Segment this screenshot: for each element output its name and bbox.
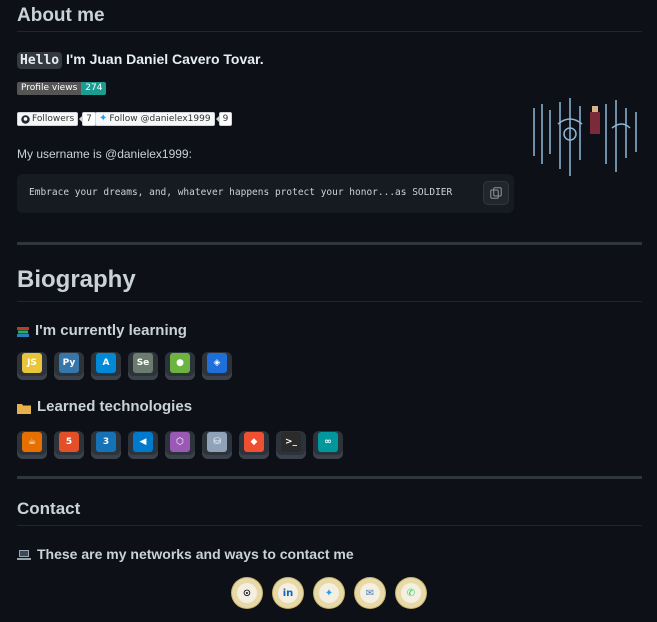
copy-button[interactable] [483, 181, 509, 205]
html5-tile: 5 [54, 431, 84, 459]
divider [17, 525, 642, 526]
css3-icon: 3 [96, 432, 116, 452]
sourcetree-icon: ⬡ [170, 432, 190, 452]
github-icon: ⊙ [237, 583, 257, 603]
java-icon: ☕ [22, 432, 42, 452]
database-icon: ⛁ [207, 432, 227, 452]
java-tile: ☕ [17, 431, 47, 459]
followers-label: Followers [32, 114, 75, 124]
folder-icon [17, 401, 31, 414]
learned-heading: Learned technologies [17, 398, 192, 415]
biography-heading: Biography [17, 266, 136, 293]
linkedin-icon: in [278, 583, 298, 603]
github-link[interactable]: ⊙ [232, 578, 262, 608]
linkedin-link[interactable]: in [273, 578, 303, 608]
quote-codeblock: Embrace your dreams, and, whatever happe… [17, 174, 514, 213]
learning-tech-row: JS Py A Se ● ◈ [17, 352, 232, 380]
vscode-icon: ◀ [133, 432, 153, 452]
vscode-tile: ◀ [128, 431, 158, 459]
sourcetree-tile: ⬡ [165, 431, 195, 459]
profile-views-count: 274 [81, 82, 107, 95]
contact-links-row: ⊙ in ✦ ✉ ✆ [232, 578, 426, 608]
contact-heading: Contact [17, 499, 81, 518]
azure-tile: A [91, 352, 121, 380]
js-tile: JS [17, 352, 47, 380]
followers-badge[interactable]: Followers 7 [17, 112, 96, 126]
profile-views-label: Profile views [17, 82, 82, 95]
whatsapp-icon: ✆ [401, 583, 421, 603]
twitter-icon: ✦ [99, 113, 108, 124]
arduino-icon: ∞ [318, 432, 338, 452]
laptop-icon [17, 548, 31, 560]
terminal-icon: >_ [281, 432, 301, 452]
azure-icon: A [96, 353, 116, 373]
git-icon: ◆ [244, 432, 264, 452]
selenium-icon: Se [133, 353, 153, 373]
codepen-tile: ◈ [202, 352, 232, 380]
css3-tile: 3 [91, 431, 121, 459]
networks-heading: These are my networks and ways to contac… [17, 546, 354, 562]
selenium-tile: Se [128, 352, 158, 380]
twitter-follow-label: Follow @danielex1999 [109, 114, 211, 124]
whatsapp-link[interactable]: ✆ [396, 578, 426, 608]
section-divider [17, 242, 642, 245]
database-tile: ⛁ [202, 431, 232, 459]
git-tile: ◆ [239, 431, 269, 459]
twitter-link[interactable]: ✦ [314, 578, 344, 608]
python-icon: Py [59, 353, 79, 373]
github-icon [21, 114, 30, 124]
copy-icon [490, 187, 502, 199]
twitter-follow-badge[interactable]: ✦ Follow @danielex1999 9 [95, 112, 233, 126]
section-divider [17, 476, 642, 479]
swords-art-image [533, 98, 637, 176]
quote-text: Embrace your dreams, and, whatever happe… [29, 187, 453, 198]
twitter-follow-button[interactable]: ✦ Follow @danielex1999 [95, 112, 215, 126]
email-link[interactable]: ✉ [355, 578, 385, 608]
divider [17, 301, 642, 302]
learning-heading: I'm currently learning [17, 322, 187, 339]
about-heading: About me [17, 5, 105, 26]
codepen-icon: ◈ [207, 353, 227, 373]
spring-icon: ● [170, 353, 190, 373]
intro-text: I'm Juan Daniel Cavero Tovar. [62, 51, 264, 67]
hello-code: Hello [17, 52, 63, 69]
networks-text: These are my networks and ways to contac… [37, 546, 354, 562]
twitter-follow-count: 9 [215, 112, 233, 126]
terminal-tile: >_ [276, 431, 306, 459]
books-icon [17, 325, 29, 337]
html5-icon: 5 [59, 432, 79, 452]
twitter-icon: ✦ [319, 583, 339, 603]
spring-tile: ● [165, 352, 195, 380]
username-text: My username is @danielex1999: [17, 147, 192, 161]
profile-views-badge[interactable]: Profile views 274 [17, 82, 107, 95]
learning-heading-text: I'm currently learning [35, 322, 187, 339]
learned-tech-row: ☕ 5 3 ◀ ⬡ ⛁ ◆ >_ ∞ [17, 431, 343, 459]
followers-count: 7 [79, 112, 96, 126]
divider [17, 31, 642, 32]
python-tile: Py [54, 352, 84, 380]
js-icon: JS [22, 353, 42, 373]
email-icon: ✉ [360, 583, 380, 603]
learned-heading-text: Learned technologies [37, 398, 193, 415]
followers-button[interactable]: Followers [17, 112, 79, 126]
arduino-tile: ∞ [313, 431, 343, 459]
intro-line: Hello I'm Juan Daniel Cavero Tovar. [17, 51, 264, 69]
